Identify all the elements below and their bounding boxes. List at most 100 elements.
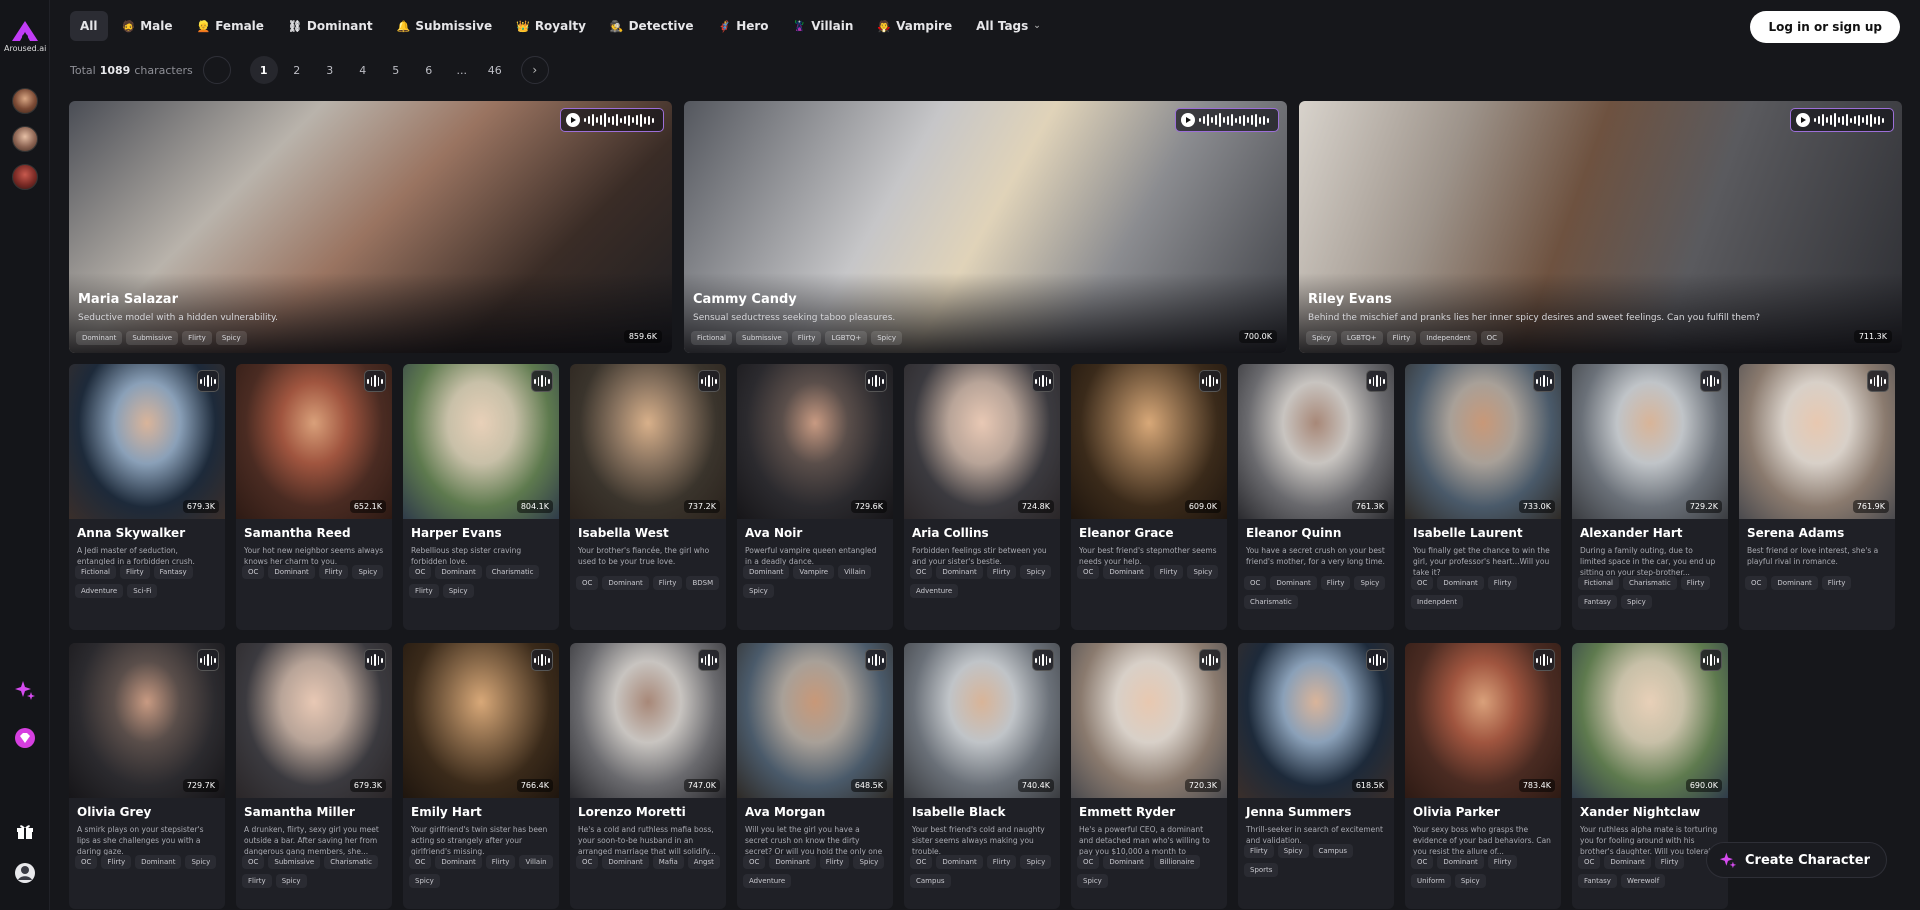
tag-chip[interactable]: LGBTQ+	[825, 331, 868, 345]
tag-chip[interactable]: OC	[1578, 855, 1601, 869]
character-card[interactable]: 609.0K Eleanor Grace Your best friend's st…	[1071, 364, 1227, 630]
tag-chip[interactable]: Spicy	[185, 855, 217, 869]
character-card[interactable]: 652.1K Samantha Reed Your hot new neighbor…	[236, 364, 392, 630]
character-card[interactable]: 679.3K Samantha Miller A drunken, flirty, …	[236, 643, 392, 909]
tag-chip[interactable]: Spicy	[442, 584, 474, 598]
character-card[interactable]: 737.2K Isabella West Your brother's fiancé…	[570, 364, 726, 630]
character-card[interactable]: 648.5K Ava Morgan Will you let the girl yo…	[737, 643, 893, 909]
tag-chip[interactable]: Dominant	[936, 855, 983, 869]
voice-preview-button[interactable]	[1533, 370, 1555, 392]
tag-chip[interactable]: Fictional	[75, 565, 116, 579]
character-card[interactable]: 747.0K Lorenzo Moretti He's a cold and rut…	[570, 643, 726, 909]
character-card[interactable]: 729.2K Alexander Hart During a family outi…	[1572, 364, 1728, 630]
tag-chip[interactable]: Adventure	[743, 874, 792, 888]
brand-logo[interactable]: Aroused.ai	[4, 20, 46, 53]
tag-chip[interactable]: Dominant	[435, 855, 482, 869]
tag-chip[interactable]: Fantasy	[153, 565, 193, 579]
voice-preview-button[interactable]	[1700, 649, 1722, 671]
tag-all-tags-dropdown[interactable]: All Tags ⌄	[966, 11, 1051, 41]
tag-vampire[interactable]: 🧛 Vampire	[867, 11, 962, 41]
tag-all[interactable]: All	[70, 11, 108, 41]
page-6[interactable]: 6	[415, 56, 443, 84]
tag-chip[interactable]: Spicy	[871, 331, 903, 345]
tag-chip[interactable]: Adventure	[75, 584, 124, 598]
tag-chip[interactable]: OC	[1480, 331, 1504, 345]
gem-icon[interactable]	[12, 725, 38, 751]
character-card[interactable]: 724.8K Aria Collins Forbidden feelings sti…	[904, 364, 1060, 630]
tag-male[interactable]: 🧔 Male	[112, 11, 183, 41]
character-card[interactable]: 761.3K Eleanor Quinn You have a secret cru…	[1238, 364, 1394, 630]
tag-chip[interactable]: OC	[576, 855, 599, 869]
user-profile-icon[interactable]	[12, 860, 38, 886]
voice-preview-button[interactable]	[1199, 370, 1221, 392]
tag-chip[interactable]: OC	[1411, 855, 1434, 869]
character-card[interactable]: 733.0K Isabelle Laurent You finally get th…	[1405, 364, 1561, 630]
tag-chip[interactable]: Flirty	[318, 565, 349, 579]
featured-card[interactable]: Maria Salazar Seductive model with a hid…	[69, 101, 672, 353]
voice-preview-button[interactable]	[531, 649, 553, 671]
tag-chip[interactable]: OC	[1077, 855, 1100, 869]
character-card[interactable]: 720.3K Emmett Ryder He's a powerful CEO, a…	[1071, 643, 1227, 909]
tag-chip[interactable]: Flirty	[986, 855, 1017, 869]
tag-chip[interactable]: Dominant	[1437, 576, 1484, 590]
tag-chip[interactable]: OC	[910, 565, 933, 579]
gift-icon[interactable]	[12, 818, 38, 844]
tag-royalty[interactable]: 👑 Royalty	[506, 11, 596, 41]
tag-chip[interactable]: Angst	[687, 855, 720, 869]
tag-chip[interactable]: Fantasy	[1578, 595, 1617, 609]
tag-chip[interactable]: OC	[1077, 565, 1100, 579]
tag-chip[interactable]: Fictional	[1578, 576, 1619, 590]
recent-chat-avatar[interactable]	[12, 164, 38, 190]
voice-preview-button[interactable]	[1700, 370, 1722, 392]
tag-chip[interactable]: Flirty	[1386, 331, 1417, 345]
voice-preview-button[interactable]	[1199, 649, 1221, 671]
character-card[interactable]: 740.4K Isabelle Black Your best friend's c…	[904, 643, 1060, 909]
login-signup-button[interactable]: Log in or sign up	[1750, 11, 1900, 43]
tag-chip[interactable]: Flirty	[119, 565, 150, 579]
tag-chip[interactable]: Spicy	[1277, 844, 1309, 858]
tag-chip[interactable]: Flirty	[409, 584, 439, 598]
tag-chip[interactable]: Flirty	[791, 331, 822, 345]
voice-preview-button[interactable]	[1366, 370, 1388, 392]
tag-hero[interactable]: 🦸 Hero	[708, 11, 779, 41]
character-card[interactable]: 783.4K Olivia Parker Your sexy boss who gr…	[1405, 643, 1561, 909]
character-card[interactable]: 766.4K Emily Hart Your girlfriend's twin s…	[403, 643, 559, 909]
voice-preview-button[interactable]	[1533, 649, 1555, 671]
character-card[interactable]: 729.7K Olivia Grey A smirk plays on your s…	[69, 643, 225, 909]
tag-chip[interactable]: Fantasy	[1578, 874, 1617, 888]
tag-chip[interactable]: OC	[75, 855, 98, 869]
character-card[interactable]: 761.9K Serena Adams Best friend or love in…	[1739, 364, 1895, 630]
voice-preview-button[interactable]	[865, 649, 887, 671]
tag-chip[interactable]: Campus	[910, 874, 951, 888]
tag-chip[interactable]: Charismatic	[485, 565, 540, 579]
tag-chip[interactable]: Vampire	[793, 565, 835, 579]
tag-chip[interactable]: Dominant	[1771, 576, 1818, 590]
tag-chip[interactable]: Sci-Fi	[127, 584, 158, 598]
tag-chip[interactable]: OC	[1244, 576, 1267, 590]
tag-chip[interactable]: Flirty	[1320, 576, 1351, 590]
voice-preview-button[interactable]	[1032, 649, 1054, 671]
tag-chip[interactable]: Spicy	[1306, 331, 1337, 345]
tag-chip[interactable]: OC	[242, 565, 265, 579]
page-2[interactable]: 2	[283, 56, 311, 84]
voice-preview-button[interactable]	[197, 370, 219, 392]
voice-preview-button[interactable]	[531, 370, 553, 392]
voice-preview-button[interactable]	[1032, 370, 1054, 392]
tag-chip[interactable]: Villain	[519, 855, 553, 869]
tag-chip[interactable]: Campus	[1312, 844, 1354, 858]
tag-chip[interactable]: Flirty	[1821, 576, 1852, 590]
tag-chip[interactable]: Dominant	[769, 855, 816, 869]
tag-chip[interactable]: Uniform	[1411, 874, 1451, 888]
tag-chip[interactable]: Spicy	[743, 584, 774, 598]
page-5[interactable]: 5	[382, 56, 410, 84]
tag-chip[interactable]: Spicy	[853, 855, 885, 869]
tag-chip[interactable]: Flirty	[1487, 576, 1518, 590]
tag-villain[interactable]: 🦹 Villain	[783, 11, 864, 41]
tag-chip[interactable]: Dominant	[602, 855, 649, 869]
tag-chip[interactable]: Flirty	[819, 855, 850, 869]
voice-preview-button[interactable]	[1366, 649, 1388, 671]
tag-chip[interactable]: Dominant	[1604, 855, 1651, 869]
tag-chip[interactable]: Spicy	[1354, 576, 1386, 590]
voice-preview-button[interactable]	[1790, 108, 1894, 132]
recent-chat-avatar[interactable]	[12, 126, 38, 152]
